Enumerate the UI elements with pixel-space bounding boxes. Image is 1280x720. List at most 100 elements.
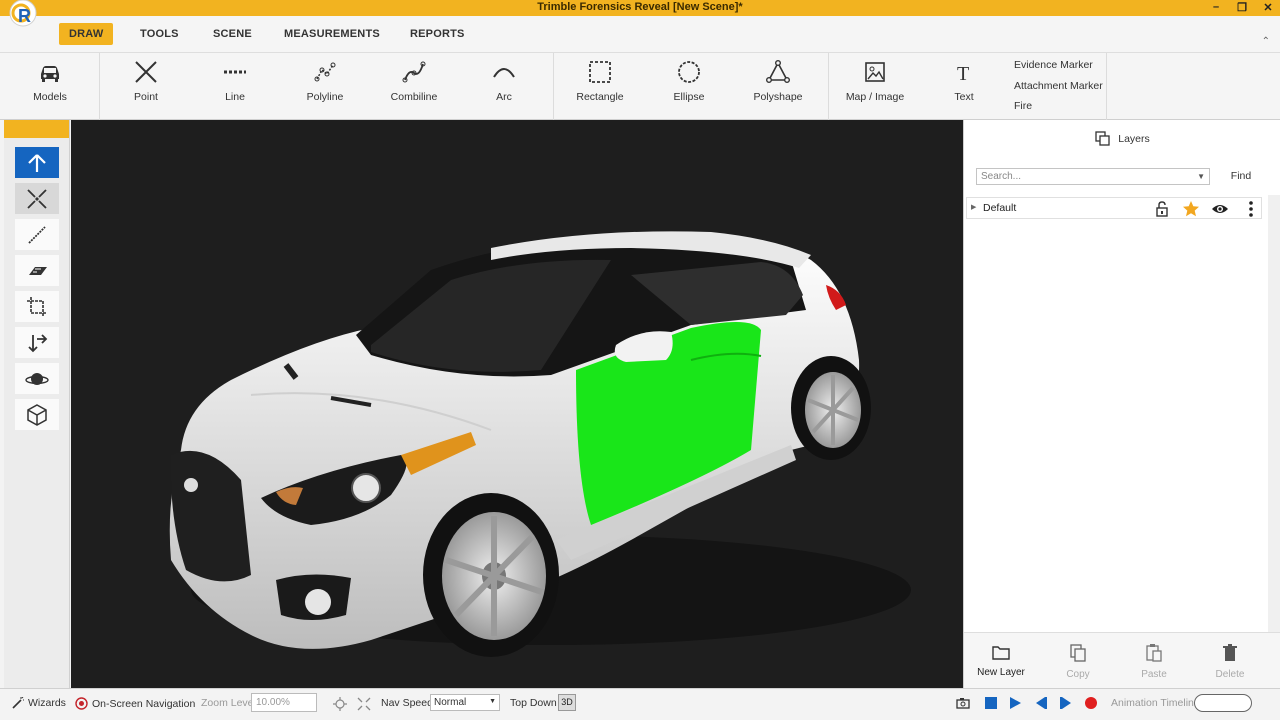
- move-tool[interactable]: [15, 327, 59, 358]
- paste-button[interactable]: Paste: [1122, 643, 1186, 680]
- trash-icon: [1223, 644, 1237, 661]
- ruler-icon: [29, 266, 47, 275]
- delete-button[interactable]: Delete: [1198, 643, 1262, 680]
- polyline-label: Polyline: [306, 91, 344, 103]
- rectangle-button[interactable]: Rectangle: [562, 59, 638, 111]
- evidence-marker-link[interactable]: Evidence Marker: [1014, 59, 1093, 71]
- tab-draw[interactable]: DRAW: [59, 23, 114, 45]
- copy-button[interactable]: Copy: [1046, 643, 1110, 680]
- arc-label: Arc: [496, 91, 512, 103]
- car-icon: [41, 66, 59, 82]
- dashed-line-icon: [224, 70, 246, 74]
- point-button[interactable]: Point: [108, 59, 184, 111]
- record-icon: [75, 697, 88, 710]
- line-button[interactable]: Line: [197, 59, 273, 111]
- combiline-button[interactable]: Combiline: [376, 59, 452, 111]
- find-button[interactable]: Find: [1216, 167, 1266, 185]
- car-model[interactable]: [71, 120, 963, 688]
- recenter-icon[interactable]: [333, 697, 347, 711]
- status-bar: Wizards On-Screen Navigation Zoom Level …: [0, 688, 1280, 720]
- x-point-icon: [135, 61, 157, 83]
- attachment-marker-link[interactable]: Attachment Marker: [1014, 80, 1103, 92]
- zoom-level-label: Zoom Level: [201, 697, 256, 709]
- arrow-up-icon: [28, 153, 46, 172]
- top-down-button[interactable]: Top Down: [510, 697, 557, 709]
- ellipse-button[interactable]: Ellipse: [651, 59, 727, 111]
- layer-actions: New Layer Copy Paste Delete: [964, 632, 1280, 688]
- polyline-icon: [314, 62, 336, 82]
- arc-button[interactable]: Arc: [466, 59, 542, 111]
- models-label: Models: [33, 91, 67, 103]
- step-back-icon[interactable]: [1033, 695, 1049, 711]
- star-icon[interactable]: [1182, 200, 1200, 218]
- dropdown-arrow-icon[interactable]: ▼: [1197, 172, 1205, 181]
- left-toolbar: [4, 120, 70, 688]
- tab-reports[interactable]: REPORTS: [410, 23, 465, 45]
- wand-icon: [12, 697, 24, 709]
- measure-tool[interactable]: [15, 219, 59, 250]
- svg-text:R: R: [18, 6, 31, 26]
- menu-bar: DRAW TOOLS SCENE MEASUREMENTS REPORTS ⌃: [0, 16, 1280, 52]
- camera-icon[interactable]: [955, 695, 971, 711]
- tab-tools[interactable]: TOOLS: [140, 23, 179, 45]
- toolbar-accent: [4, 120, 69, 138]
- layer-row[interactable]: ▶ Default: [966, 197, 1262, 219]
- stop-icon[interactable]: [983, 695, 999, 711]
- point-label: Point: [134, 91, 158, 103]
- window-title: Trimble Forensics Reveal [New Scene]*: [537, 1, 743, 13]
- crop-tool[interactable]: [15, 291, 59, 322]
- ellipse-label: Ellipse: [673, 91, 705, 103]
- new-layer-button[interactable]: New Layer: [969, 643, 1033, 678]
- eye-icon[interactable]: [1211, 200, 1229, 218]
- restore-button[interactable]: ❐: [1236, 0, 1248, 14]
- toggle-knob: [1197, 697, 1209, 709]
- delete-label: Delete: [1215, 669, 1245, 680]
- more-options-icon[interactable]: [1242, 200, 1260, 218]
- fit-view-icon[interactable]: [357, 697, 371, 711]
- step-forward-icon[interactable]: [1058, 695, 1074, 711]
- layers-header: Layers: [964, 128, 1280, 150]
- folder-icon: [992, 646, 1010, 660]
- line-label: Line: [225, 91, 245, 103]
- zoom-level-input[interactable]: 10.00%: [251, 693, 317, 712]
- close-button[interactable]: ✕: [1262, 0, 1274, 14]
- layers-scrollbar[interactable]: [1268, 195, 1280, 632]
- tab-measurements[interactable]: MEASUREMENTS: [284, 23, 380, 45]
- wizards-button[interactable]: Wizards: [12, 697, 66, 709]
- ribbon-divider: [99, 53, 100, 121]
- nav-speed-value: Normal: [434, 697, 467, 708]
- text-icon: T: [957, 63, 969, 85]
- search-placeholder: Search...: [981, 171, 1022, 182]
- onscreen-nav-button[interactable]: On-Screen Navigation: [75, 697, 195, 710]
- layers-icon: [1095, 131, 1110, 146]
- polyshape-button[interactable]: Polyshape: [740, 59, 816, 111]
- text-button[interactable]: T Text: [926, 59, 1002, 111]
- record-button-icon[interactable]: [1083, 695, 1099, 711]
- tab-scene[interactable]: SCENE: [213, 23, 252, 45]
- animation-timeline-toggle[interactable]: [1194, 694, 1252, 712]
- minimize-button[interactable]: –: [1210, 0, 1222, 14]
- collapse-ribbon-icon[interactable]: ⌃: [1262, 36, 1270, 47]
- layer-name: Default: [983, 202, 1017, 214]
- models-button[interactable]: Models: [12, 59, 88, 111]
- play-icon[interactable]: [1007, 695, 1023, 711]
- zoom-value: 10.00%: [256, 697, 290, 708]
- paste-label: Paste: [1141, 669, 1167, 680]
- expand-caret-icon[interactable]: ▶: [971, 203, 976, 211]
- orbit-tool[interactable]: [15, 363, 59, 394]
- dropdown-arrow-icon: ▼: [489, 698, 496, 705]
- view-3d-button[interactable]: 3D: [558, 694, 576, 711]
- copy-icon: [1070, 644, 1086, 662]
- ribbon-divider: [1106, 53, 1107, 121]
- layer-search-input[interactable]: Search... ▼: [976, 168, 1210, 185]
- select-tool[interactable]: [15, 147, 59, 178]
- fire-link[interactable]: Fire: [1014, 100, 1032, 112]
- nav-speed-select[interactable]: Normal ▼: [430, 694, 500, 711]
- cube-tool[interactable]: [15, 399, 59, 430]
- polyline-button[interactable]: Polyline: [287, 59, 363, 111]
- map-image-button[interactable]: Map / Image: [837, 59, 913, 111]
- collapse-tool[interactable]: [15, 183, 59, 214]
- unlock-icon[interactable]: [1153, 200, 1171, 218]
- ruler-tool[interactable]: [15, 255, 59, 286]
- 3d-viewport[interactable]: [71, 120, 963, 688]
